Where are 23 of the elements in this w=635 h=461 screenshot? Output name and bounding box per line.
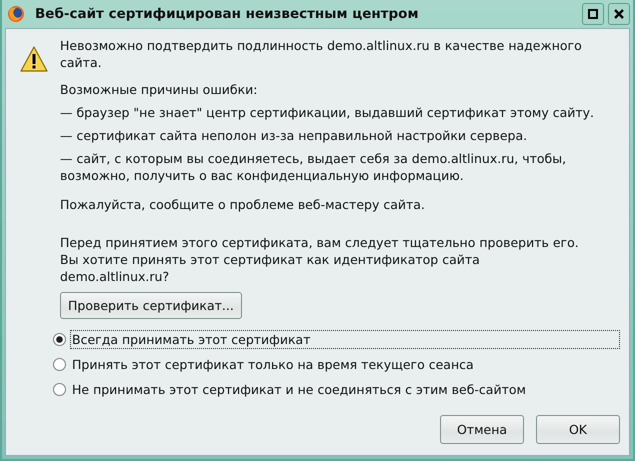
maximize-button[interactable] bbox=[582, 3, 604, 25]
maximize-icon bbox=[588, 9, 598, 19]
close-button[interactable] bbox=[608, 3, 630, 25]
view-certificate-button[interactable]: Проверить сертификат... bbox=[60, 292, 242, 319]
question-text: Перед принятием этого сертификата, вам следует тщательно проверить его. Вы хотите принять этот сертификат как идентификатор сайта demo.altlinux.ru? bbox=[60, 234, 580, 285]
message-text: Невозможно подтвердить подлинность demo.altlinux.ru в качестве надежного сайта. bbox=[60, 37, 583, 71]
close-icon bbox=[614, 9, 624, 19]
radio-button[interactable] bbox=[53, 358, 66, 370]
reason-text: — браузер "не знает" центр сертификации, выдавший сертификат этому сайту. bbox=[60, 104, 596, 121]
radio-button[interactable] bbox=[53, 332, 66, 346]
option-label[interactable]: Принять этот сертификат только на время текущего сеанса bbox=[70, 354, 476, 374]
radio-button[interactable] bbox=[53, 382, 66, 396]
option-label[interactable]: Не принимать этот сертификат и не соединяться с этим веб-сайтом bbox=[70, 380, 528, 398]
reason-text: — сертификат сайта неполон из-за неправильной настройки сервера. bbox=[60, 127, 528, 144]
reason-text: — сайт, с которым вы соединяетесь, выдает себя за demo.altlinux.ru, чтобы, возможно, получить о вас конфиденциальную информацию. bbox=[60, 150, 568, 184]
ok-button[interactable]: OK bbox=[536, 415, 620, 444]
option-label[interactable]: Всегда принимать этот сертификат bbox=[70, 330, 620, 348]
globe-icon bbox=[7, 5, 25, 23]
cancel-button[interactable]: Отмена bbox=[440, 415, 524, 444]
report-text: Пожалуйста, сообщите о проблеме веб-мастеру сайта. bbox=[60, 196, 426, 213]
reasons-heading: Возможные причины ошибки: bbox=[60, 81, 258, 98]
window-title: Веб-сайт сертифицирован неизвестным центром bbox=[35, 6, 420, 22]
warning-icon bbox=[20, 46, 48, 72]
